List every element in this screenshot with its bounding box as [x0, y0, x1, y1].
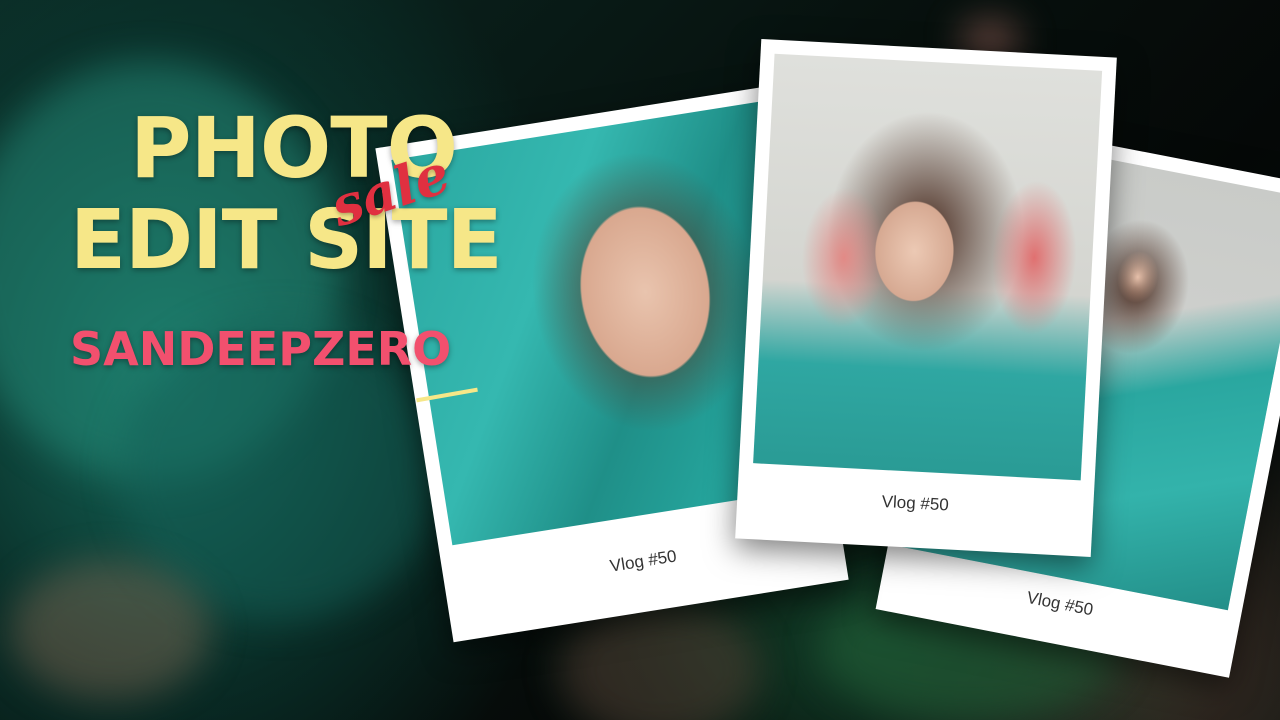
background-skin	[10, 560, 210, 700]
headline-line-2: EDIT SITE	[70, 193, 503, 288]
polaroid-caption: Vlog #50	[881, 491, 950, 515]
brand-name: SANDEEPZERO	[70, 322, 452, 376]
polaroid-photo	[753, 53, 1103, 481]
background-photo: PHOTO EDIT SITE sale SANDEEPZERO Vlog #5…	[0, 0, 1280, 720]
polaroid-card: Vlog #50	[735, 39, 1117, 557]
